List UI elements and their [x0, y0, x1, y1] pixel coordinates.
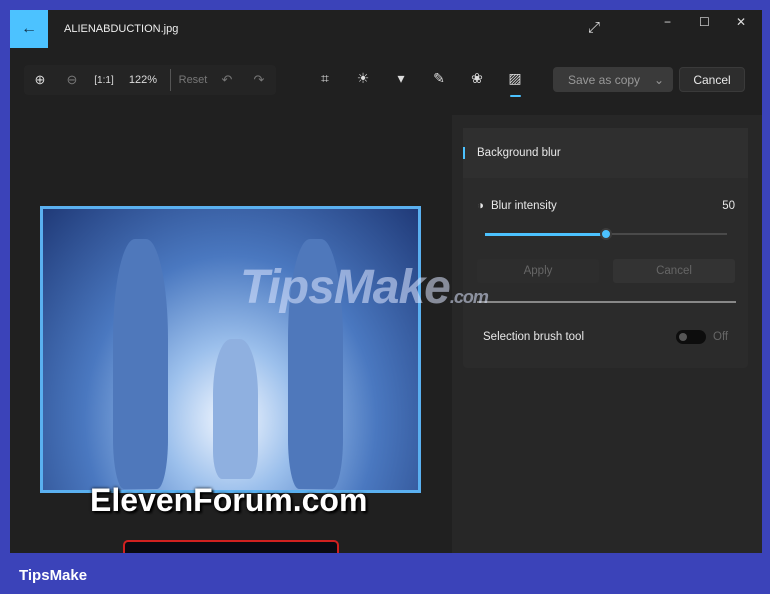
maximize-button[interactable]: ☐	[699, 15, 710, 29]
zoom-level: 122%	[128, 74, 158, 86]
selection-brush-toggle[interactable]	[676, 330, 706, 344]
watermark-suffix: .com	[449, 287, 489, 307]
child-figure	[213, 339, 258, 479]
slider-fill	[485, 232, 606, 236]
divider	[477, 301, 736, 303]
zoom-in-icon[interactable]: ⊕	[24, 72, 56, 88]
save-label: Save as copy	[568, 72, 641, 87]
tipsmake-watermark: TipsMake.com	[240, 260, 489, 315]
zoom-toolbar: ⊕ ⊖ [1:1] 122% Reset ↶ ↷	[24, 65, 276, 95]
alien-figure	[113, 239, 168, 489]
expand-icon[interactable]: ⤢	[588, 19, 600, 36]
blur-panel: Background blur ◑ Blur intensity 50 Apply…	[452, 115, 762, 553]
contrast-icon: ◑	[477, 200, 484, 212]
toggle-state: Off	[713, 331, 729, 343]
blur-intensity-slider[interactable]	[485, 228, 727, 240]
edit-tools: ⌗ ☀ ▾ ✎ ❀ ▨	[306, 70, 534, 97]
filter-icon[interactable]: ▾	[382, 70, 420, 94]
watermark-text: TipsMake	[240, 261, 451, 314]
blur-intensity-label: Blur intensity	[490, 200, 557, 212]
crop-icon[interactable]: ⌗	[306, 70, 344, 94]
background-blur-card: Background blur ◑ Blur intensity 50 Apply…	[463, 128, 748, 368]
undo-icon[interactable]: ↶	[211, 72, 243, 88]
selection-brush-label: Selection brush tool	[483, 331, 585, 343]
cancel-button[interactable]: Cancel	[679, 67, 745, 92]
redo-icon[interactable]: ↷	[243, 72, 275, 88]
slider-thumb[interactable]	[600, 228, 612, 240]
divider	[170, 69, 171, 91]
zoom-out-icon[interactable]: ⊖	[56, 72, 88, 88]
minimize-button[interactable]: −	[664, 15, 671, 29]
window-title: ALIENABDUCTION.jpg	[64, 23, 179, 35]
reset-button[interactable]: Reset	[175, 74, 211, 86]
background-blur-icon[interactable]: ▨	[496, 70, 534, 97]
footer-brand: TipsMake	[19, 567, 88, 584]
back-button[interactable]: ←	[10, 10, 48, 48]
actual-size-icon[interactable]: [1:1]	[88, 75, 120, 86]
blur-intensity-value: 50	[722, 200, 735, 212]
highlighted-control	[123, 540, 339, 553]
arrow-left-icon: ←	[21, 20, 37, 37]
close-button[interactable]: ✕	[736, 15, 746, 29]
photo-canvas[interactable]	[40, 206, 421, 493]
chevron-down-icon[interactable]: ⌄	[654, 73, 664, 87]
retouch-icon[interactable]: ❀	[458, 70, 496, 94]
elevenforum-watermark: ElevenForum.com	[90, 482, 368, 518]
section-title[interactable]: Background blur	[463, 128, 748, 178]
markup-pen-icon[interactable]: ✎	[420, 70, 458, 94]
save-as-copy-button[interactable]: Save as copy ⌄	[553, 67, 673, 92]
apply-button[interactable]: Apply	[477, 259, 599, 283]
blur-cancel-button[interactable]: Cancel	[613, 259, 735, 283]
adjust-brightness-icon[interactable]: ☀	[344, 70, 382, 94]
